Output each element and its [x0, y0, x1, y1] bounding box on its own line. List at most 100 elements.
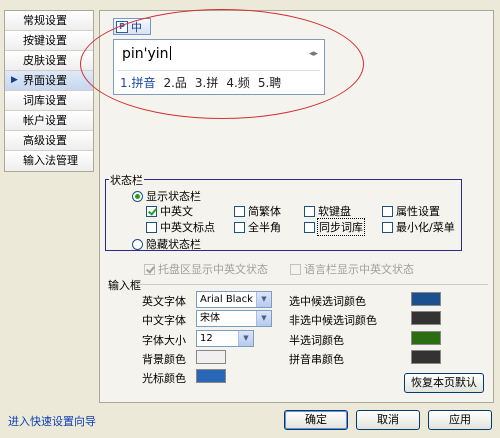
half-sel-color-swatch[interactable] [411, 331, 441, 345]
select-value: 12 [200, 333, 213, 344]
sidebar-item-keys[interactable]: 按键设置 [5, 31, 93, 51]
cancel-button[interactable]: 取消 [356, 410, 420, 430]
ime-status-preview: P 中 [113, 18, 151, 35]
section-divider [136, 284, 488, 285]
checkbox-soft-keyboard[interactable]: 软键盘 [304, 203, 351, 219]
en-font-select[interactable]: Arial Black ▼ [196, 291, 272, 308]
candidate-divider [118, 70, 320, 71]
checkbox-indicator [382, 205, 393, 217]
sidebar-item-label: 按键设置 [23, 34, 67, 47]
checkbox-indicator [290, 263, 301, 275]
sidebar-item-label: 词库设置 [23, 94, 67, 107]
sel-cand-color-swatch[interactable] [411, 292, 441, 306]
pinyin-string: pin'yin [122, 46, 169, 62]
cn-font-label: 中文字体 [142, 314, 186, 327]
checkbox-properties[interactable]: 属性设置 [382, 203, 440, 219]
sidebar-item-label: 皮肤设置 [23, 54, 67, 67]
radio-label: 隐藏状态栏 [146, 238, 201, 251]
pinyin-color-swatch[interactable] [411, 350, 441, 364]
checkbox-indicator [304, 221, 315, 233]
checkbox-indicator [234, 221, 245, 233]
sidebar-item-label: 界面设置 [23, 74, 67, 87]
half-sel-color-label: 半选词颜色 [289, 334, 344, 347]
checkbox-label: 中英文 [160, 205, 193, 218]
show-status-bar-radio[interactable]: 显示状态栏 [132, 188, 201, 204]
sidebar-item-general[interactable]: 常规设置 [5, 11, 93, 31]
interface-settings-panel: P 中 pin'yin ◂▸ 1.拼音 2.品 3.拼 4.频 5.聘 状态栏 … [80, 9, 494, 403]
checkbox-cn-en-punct[interactable]: 中英文标点 [146, 219, 215, 235]
checkbox-langbar-cn-en[interactable]: 语言栏显示中英文状态 [290, 261, 414, 277]
checkbox-indicator [146, 205, 157, 217]
sidebar-item-label: 帐户设置 [23, 114, 67, 127]
radio-label: 显示状态栏 [146, 190, 201, 203]
sidebar-item-account[interactable]: 帐户设置 [5, 111, 93, 131]
checkbox-full-half[interactable]: 全半角 [234, 219, 281, 235]
hide-status-bar-radio[interactable]: 隐藏状态栏 [132, 236, 201, 252]
checkbox-indicator [146, 221, 157, 233]
cursor-color-label: 光标颜色 [142, 372, 186, 385]
unsel-cand-color-label: 非选中候选词颜色 [289, 314, 377, 327]
en-font-label: 英文字体 [142, 295, 186, 308]
sidebar-item-label: 输入法管理 [23, 154, 78, 167]
radio-indicator [132, 238, 143, 250]
checkbox-sync-dict[interactable]: 同步词库 [304, 218, 365, 236]
ime-mode-label: 中 [131, 20, 142, 34]
checkbox-label: 中英文标点 [160, 221, 215, 234]
ime-logo-icon: P [116, 20, 128, 33]
checkbox-cn-en[interactable]: 中英文 [146, 203, 193, 219]
pinyin-color-label: 拼音串颜色 [289, 353, 344, 366]
checkbox-label: 属性设置 [396, 205, 440, 218]
chevron-down-icon[interactable]: ▼ [256, 292, 271, 307]
select-value: 宋体 [200, 313, 220, 324]
checkbox-indicator [304, 205, 315, 217]
candidate-item: 4.频 [226, 76, 250, 90]
restore-defaults-button[interactable]: 恢复本页默认 [404, 373, 484, 393]
checkbox-label: 软键盘 [318, 205, 351, 218]
page-arrows-icon: ◂▸ [308, 49, 318, 59]
sidebar-item-label: 常规设置 [23, 14, 67, 27]
checkbox-label: 最小化/菜单 [396, 221, 455, 234]
candidate-window-preview: pin'yin ◂▸ 1.拼音 2.品 3.拼 4.频 5.聘 [113, 39, 325, 95]
sidebar-item-interface[interactable]: ▶ 界面设置 [5, 71, 93, 91]
checkbox-minimize-menu[interactable]: 最小化/菜单 [382, 219, 455, 235]
ok-button[interactable]: 确定 [284, 410, 348, 430]
selected-arrow-icon: ▶ [11, 75, 18, 85]
unsel-cand-color-swatch[interactable] [411, 311, 441, 325]
radio-indicator [132, 190, 143, 202]
font-size-label: 字体大小 [142, 334, 186, 347]
chevron-down-icon[interactable]: ▼ [256, 311, 271, 326]
sidebar-item-dictionary[interactable]: 词库设置 [5, 91, 93, 111]
sidebar-item-skin[interactable]: 皮肤设置 [5, 51, 93, 71]
chevron-down-icon[interactable]: ▼ [238, 331, 253, 346]
checkbox-indicator [144, 263, 155, 275]
sidebar-item-advanced[interactable]: 高级设置 [5, 131, 93, 151]
status-bar-title: 状态栏 [109, 172, 144, 188]
ime-preview: P 中 pin'yin ◂▸ 1.拼音 2.品 3.拼 4.频 5.聘 [80, 9, 364, 119]
input-box-title: 输入框 [108, 279, 141, 292]
candidate-item: 3.拼 [194, 76, 219, 90]
bg-color-swatch[interactable] [196, 350, 226, 364]
checkbox-label: 托盘区显示中英文状态 [158, 263, 268, 276]
font-size-select[interactable]: 12 ▼ [196, 330, 254, 347]
checkbox-tray-cn-en[interactable]: 托盘区显示中英文状态 [144, 261, 268, 277]
settings-sidebar: 常规设置 按键设置 皮肤设置 ▶ 界面设置 词库设置 帐户设置 高级设置 输入法管… [4, 10, 94, 172]
quick-setup-wizard-link[interactable]: 进入快速设置向导 [8, 413, 96, 429]
checkbox-label: 同步词库 [317, 218, 365, 236]
cursor-color-swatch[interactable] [196, 369, 226, 383]
checkbox-simp-trad[interactable]: 简繁体 [234, 203, 281, 219]
bg-color-label: 背景颜色 [142, 353, 186, 366]
status-bar-group: 状态栏 显示状态栏 中英文 简繁体 软键盘 属性设置 中英文标点 全半角 同步词… [105, 172, 462, 252]
cn-font-select[interactable]: 宋体 ▼ [196, 310, 272, 327]
checkbox-label: 语言栏显示中英文状态 [304, 263, 414, 276]
checkbox-label: 简繁体 [248, 205, 281, 218]
candidate-list: 1.拼音 2.品 3.拼 4.频 5.聘 [120, 74, 281, 91]
candidate-item: 1.拼音 [120, 76, 156, 90]
candidate-item: 5.聘 [257, 76, 282, 90]
checkbox-indicator [382, 221, 393, 233]
candidate-item: 2.品 [163, 76, 187, 90]
select-value: Arial Black [200, 294, 253, 305]
apply-button[interactable]: 应用 [428, 410, 492, 430]
checkbox-label: 全半角 [248, 221, 281, 234]
sel-cand-color-label: 选中候选词颜色 [289, 295, 366, 308]
sidebar-item-ime-manage[interactable]: 输入法管理 [5, 151, 93, 171]
